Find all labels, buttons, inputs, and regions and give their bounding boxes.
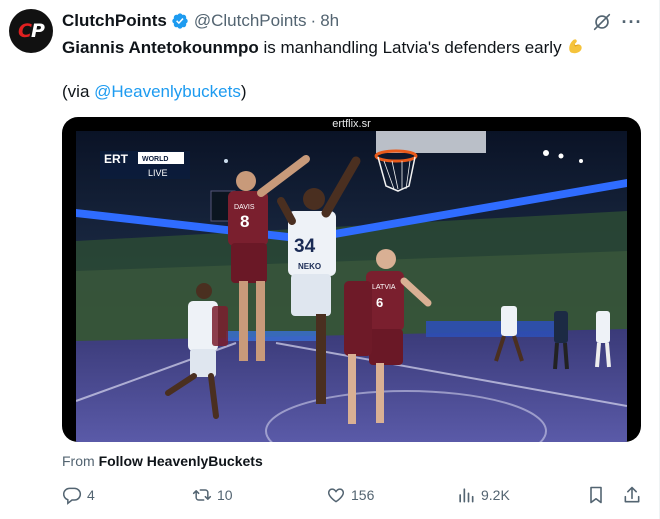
like-button[interactable]: 156 — [326, 484, 374, 506]
bookmark-icon — [590, 486, 602, 504]
flexed-biceps-emoji — [568, 39, 582, 54]
like-icon — [327, 488, 345, 503]
repost-icon — [192, 489, 212, 501]
basketball-video-frame[interactable]: ERT WORLD LIVE 8 DAVIS 34 NEKO 6 LATVIA — [76, 131, 627, 442]
action-bar: 4 10 156 9.2K — [62, 484, 642, 508]
jersey-name-left: DAVIS — [234, 204, 255, 211]
tweet-header: ClutchPoints @ClutchPoints · 8h — [62, 11, 339, 31]
avatar[interactable]: CP — [9, 9, 53, 53]
reply-icon — [62, 487, 82, 505]
video-player[interactable]: ertflix.sr ERT WORLD LIVE 8 DAVIS 34 NEK… — [62, 117, 641, 442]
author-name[interactable]: ClutchPoints — [62, 11, 167, 31]
views-button[interactable]: 9.2K — [456, 484, 510, 506]
broadcaster-logo: ERT — [104, 152, 129, 166]
grok-icon[interactable] — [591, 11, 613, 33]
tweet-bold-name: Giannis Antetokounmpo — [62, 38, 259, 57]
avatar-logo: CP — [18, 20, 45, 42]
jersey-number-right: 6 — [376, 295, 383, 310]
tweet[interactable]: CP ClutchPoints @ClutchPoints · 8h ··· G… — [0, 0, 660, 519]
channel-tag: WORLD — [142, 156, 168, 163]
attribution-account-link[interactable]: Follow HeavenlyBuckets — [99, 453, 263, 469]
share-button[interactable] — [622, 484, 642, 506]
bookmark-button[interactable] — [586, 484, 606, 506]
repost-button[interactable]: 10 — [192, 484, 233, 506]
reply-button[interactable]: 4 — [62, 484, 95, 506]
tweet-text: Giannis Antetokounmpo is manhandling Lat… — [62, 36, 642, 101]
attribution-prefix: From — [62, 453, 99, 469]
video-source-label: ertflix.sr — [332, 118, 371, 130]
share-icon — [624, 486, 640, 503]
via-prefix: (via — [62, 82, 95, 101]
more-icon[interactable]: ··· — [620, 10, 644, 34]
jersey-name-right: LATVIA — [372, 284, 396, 291]
views-icon — [459, 488, 474, 503]
separator-dot: · — [310, 11, 317, 30]
jersey-number-center: 34 — [294, 236, 316, 257]
live-tag: LIVE — [148, 168, 168, 178]
verified-badge-icon[interactable] — [171, 12, 189, 30]
repost-count: 10 — [217, 487, 233, 503]
reply-count: 4 — [87, 487, 95, 503]
jersey-name-center: NEKO — [298, 262, 321, 271]
tweet-time[interactable]: 8h — [320, 11, 339, 31]
views-count: 9.2K — [481, 487, 510, 503]
via-mention-link[interactable]: @Heavenlybuckets — [94, 82, 241, 101]
jersey-number-left: 8 — [240, 212, 249, 231]
video-attribution: From Follow HeavenlyBuckets — [62, 453, 263, 469]
tweet-text-rest: is manhandling Latvia's defenders early — [258, 38, 562, 57]
like-count: 156 — [351, 487, 375, 503]
author-handle[interactable]: @ClutchPoints — [194, 11, 307, 31]
via-suffix: ) — [240, 82, 247, 101]
